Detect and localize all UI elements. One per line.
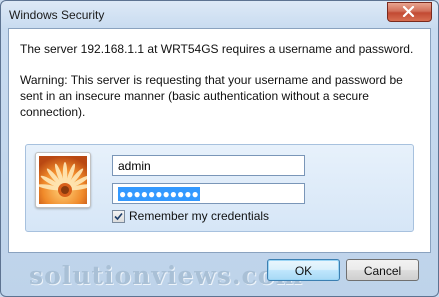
warning-message: Warning: This server is requesting that … — [20, 73, 403, 119]
server-message: The server 192.168.1.1 at WRT54GS requir… — [20, 42, 414, 56]
credential-tile[interactable]: admin ●●●●●●●●●●● Remember my credential… — [25, 144, 414, 232]
window-title: Windows Security — [9, 8, 105, 22]
checkmark-icon — [114, 212, 123, 221]
title-bar[interactable]: Windows Security — [1, 1, 438, 29]
user-tile-flower-icon — [39, 156, 87, 204]
close-button[interactable] — [387, 2, 432, 22]
dialog-content: The server 192.168.1.1 at WRT54GS requir… — [8, 28, 431, 253]
username-field[interactable]: admin — [112, 155, 305, 176]
ok-button[interactable]: OK — [267, 259, 340, 281]
password-field[interactable]: ●●●●●●●●●●● — [112, 183, 305, 204]
remember-label: Remember my credentials — [129, 209, 270, 223]
avatar — [35, 152, 91, 208]
windows-security-dialog: Windows Security The server 192.168.1.1 … — [0, 0, 439, 297]
cancel-button[interactable]: Cancel — [346, 259, 419, 281]
watermark-text: solutionviews.com — [29, 261, 303, 290]
close-icon — [402, 6, 415, 17]
password-value: ●●●●●●●●●●● — [118, 187, 200, 201]
username-value: admin — [118, 159, 151, 173]
remember-checkbox[interactable] — [112, 210, 125, 223]
